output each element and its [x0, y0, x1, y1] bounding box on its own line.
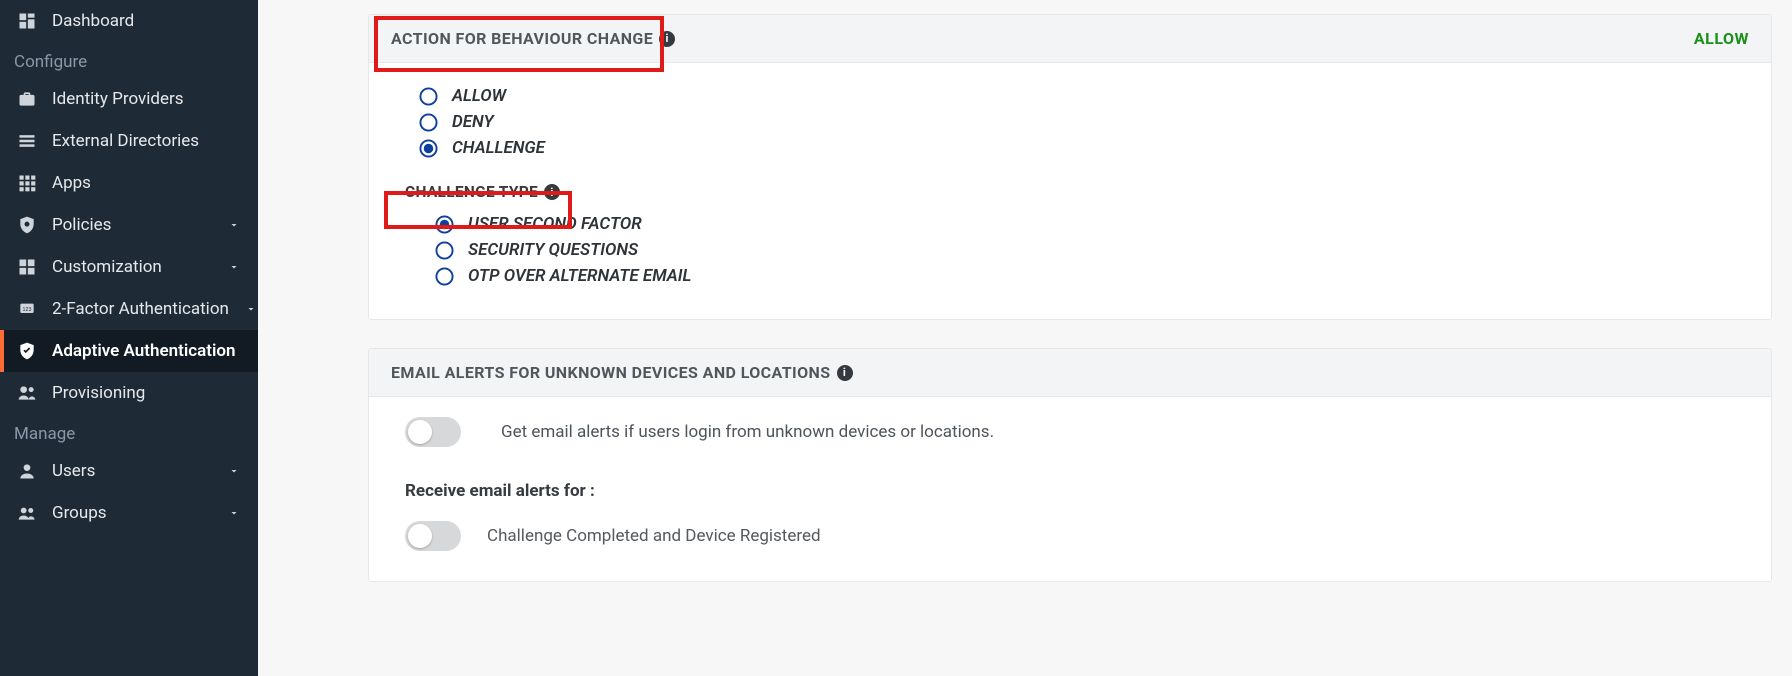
radio-label: USER SECOND FACTOR: [468, 214, 642, 234]
sidebar-item-apps[interactable]: Apps: [0, 162, 258, 204]
receive-alerts-heading: Receive email alerts for :: [405, 481, 1749, 501]
chevron-down-icon: [243, 303, 258, 315]
panel-title-text: ACTION FOR BEHAVIOUR CHANGE: [391, 29, 653, 48]
radio-label: DENY: [452, 112, 494, 132]
sidebar-item-label: External Directories: [52, 131, 242, 151]
briefcase-icon: [16, 88, 38, 110]
chevron-down-icon: [226, 219, 242, 231]
radio-allow[interactable]: ALLOW: [419, 83, 1749, 109]
sidebar-item-label: Customization: [52, 257, 212, 277]
panel-title-row: EMAIL ALERTS FOR UNKNOWN DEVICES AND LOC…: [391, 363, 853, 382]
radio-icon-selected: [419, 139, 438, 158]
group-icon: [16, 502, 38, 524]
panel-body: Get email alerts if users login from unk…: [369, 397, 1771, 581]
challenge-type-text: CHALLENGE TYPE: [405, 183, 538, 201]
email-toggle-row: Get email alerts if users login from unk…: [405, 417, 1749, 447]
challenge-type-heading: CHALLENGE TYPE i: [405, 183, 1749, 201]
sidebar-section-configure: Configure: [0, 42, 258, 78]
chevron-down-icon: [226, 261, 242, 273]
list-icon: [16, 130, 38, 152]
sidebar-item-label: 2-Factor Authentication: [52, 299, 229, 319]
sidebar-item-label: Apps: [52, 173, 242, 193]
sidebar-item-label: Users: [52, 461, 212, 481]
sidebar-item-dashboard[interactable]: Dashboard: [0, 0, 258, 42]
user-icon: [16, 460, 38, 482]
svg-text:123: 123: [23, 307, 32, 313]
radio-label: SECURITY QUESTIONS: [468, 240, 638, 260]
sidebar-item-label: Provisioning: [52, 383, 242, 403]
panel-title-text: EMAIL ALERTS FOR UNKNOWN DEVICES AND LOC…: [391, 363, 831, 382]
numpad-icon: 123: [16, 298, 38, 320]
status-badge-allow: ALLOW: [1694, 29, 1749, 48]
panel-title-row: ACTION FOR BEHAVIOUR CHANGE i: [391, 29, 675, 48]
chevron-down-icon: [226, 465, 242, 477]
sidebar-item-provisioning[interactable]: Provisioning: [0, 372, 258, 414]
email-toggle-description: Get email alerts if users login from unk…: [501, 422, 994, 442]
sidebar-item-customization[interactable]: Customization: [0, 246, 258, 288]
radio-label: CHALLENGE: [452, 138, 545, 158]
panel-header: EMAIL ALERTS FOR UNKNOWN DEVICES AND LOC…: [369, 349, 1771, 397]
provisioning-icon: [16, 382, 38, 404]
sidebar-item-adaptive-auth[interactable]: Adaptive Authentication: [0, 330, 258, 372]
main-content: ACTION FOR BEHAVIOUR CHANGE i ALLOW ALLO…: [258, 0, 1792, 676]
email-alerts-toggle[interactable]: [405, 417, 461, 447]
radio-deny[interactable]: DENY: [419, 109, 1749, 135]
radio-otp-alternate-email[interactable]: OTP OVER ALTERNATE EMAIL: [435, 263, 1749, 289]
radio-user-second-factor[interactable]: USER SECOND FACTOR: [435, 211, 1749, 237]
toggle-knob: [408, 524, 432, 548]
radio-icon: [435, 241, 454, 260]
sidebar-item-label: Identity Providers: [52, 89, 242, 109]
sidebar-item-2fa[interactable]: 123 2-Factor Authentication: [0, 288, 258, 330]
grid-icon: [16, 172, 38, 194]
sidebar-item-groups[interactable]: Groups: [0, 492, 258, 534]
sidebar-item-users[interactable]: Users: [0, 450, 258, 492]
action-radio-group: ALLOW DENY CHALLENGE: [419, 83, 1749, 161]
sidebar-item-label: Groups: [52, 503, 212, 523]
toggle-knob: [408, 420, 432, 444]
chevron-down-icon: [226, 507, 242, 519]
radio-icon: [435, 267, 454, 286]
sidebar-item-label: Adaptive Authentication: [52, 341, 242, 361]
radio-label: ALLOW: [452, 86, 506, 106]
sidebar-item-external-directories[interactable]: External Directories: [0, 120, 258, 162]
panel-body: ALLOW DENY CHALLENGE CHALLENGE TYPE: [369, 63, 1771, 319]
action-behaviour-panel: ACTION FOR BEHAVIOUR CHANGE i ALLOW ALLO…: [368, 14, 1772, 320]
shield-icon: [16, 214, 38, 236]
panel-header: ACTION FOR BEHAVIOUR CHANGE i ALLOW: [369, 15, 1771, 63]
sidebar-section-manage: Manage: [0, 414, 258, 450]
sidebar: Dashboard Configure Identity Providers E…: [0, 0, 258, 676]
sidebar-item-identity-providers[interactable]: Identity Providers: [0, 78, 258, 120]
email-alerts-panel: EMAIL ALERTS FOR UNKNOWN DEVICES AND LOC…: [368, 348, 1772, 582]
radio-icon: [419, 87, 438, 106]
radio-icon-selected: [435, 215, 454, 234]
info-icon[interactable]: i: [837, 365, 853, 381]
info-icon[interactable]: i: [659, 31, 675, 47]
email-alert-option-row: Challenge Completed and Device Registere…: [405, 521, 1749, 551]
radio-icon: [419, 113, 438, 132]
radio-challenge[interactable]: CHALLENGE: [419, 135, 1749, 161]
info-icon[interactable]: i: [544, 184, 560, 200]
radio-label: OTP OVER ALTERNATE EMAIL: [468, 266, 691, 286]
sidebar-item-label: Dashboard: [52, 11, 242, 31]
shield-check-icon: [16, 340, 38, 362]
sidebar-item-policies[interactable]: Policies: [0, 204, 258, 246]
sidebar-item-label: Policies: [52, 215, 212, 235]
challenge-type-radio-group: USER SECOND FACTOR SECURITY QUESTIONS OT…: [435, 211, 1749, 289]
challenge-completed-toggle[interactable]: [405, 521, 461, 551]
puzzle-icon: [16, 256, 38, 278]
radio-security-questions[interactable]: SECURITY QUESTIONS: [435, 237, 1749, 263]
email-alert-option-label: Challenge Completed and Device Registere…: [487, 526, 821, 546]
dashboard-icon: [16, 10, 38, 32]
